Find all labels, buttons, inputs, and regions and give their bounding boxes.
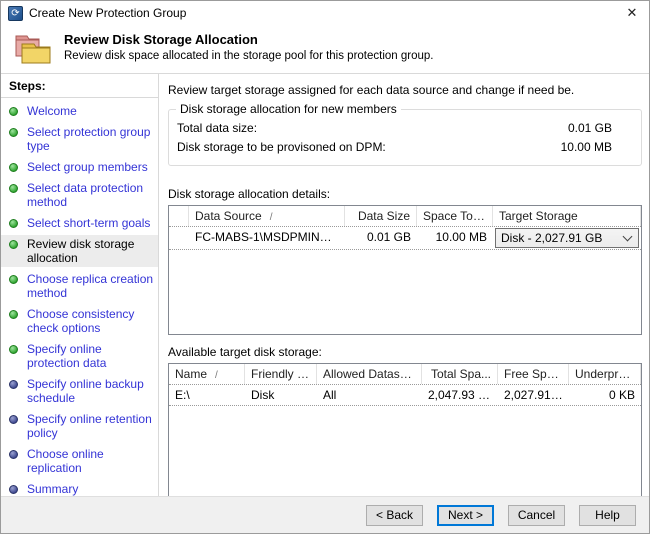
step-pending-bullet-icon <box>9 380 18 389</box>
main-content: Review target storage assigned for each … <box>159 74 649 496</box>
step-done-bullet-icon <box>9 310 18 319</box>
chevron-down-icon <box>623 232 633 242</box>
step-pending-bullet-icon <box>9 485 18 494</box>
step-select-protection-group-type[interactable]: Select protection group type <box>1 123 158 155</box>
step-select-group-members[interactable]: Select group members <box>1 158 158 176</box>
step-done-bullet-icon <box>9 345 18 354</box>
step-done-bullet-icon <box>9 275 18 284</box>
step-select-data-protection-method[interactable]: Select data protection method <box>1 179 158 211</box>
details-indent-column <box>169 206 189 226</box>
disk-storage-provisioned-row: Disk storage to be provisoned on DPM: 10… <box>177 139 633 158</box>
page-subtitle: Review disk space allocated in the stora… <box>64 50 434 62</box>
space-to-cell: 10.00 MB <box>417 227 493 249</box>
available-col-free-space[interactable]: Free Space <box>498 364 569 384</box>
page-title: Review Disk Storage Allocation <box>64 32 434 47</box>
steps-sidebar: Steps: Welcome Select protection group t… <box>1 74 159 496</box>
step-done-bullet-icon <box>9 163 18 172</box>
step-done-bullet-icon <box>9 128 18 137</box>
back-button[interactable]: < Back <box>366 505 423 526</box>
header-text: Review Disk Storage Allocation Review di… <box>64 31 434 62</box>
available-col-friendly-name[interactable]: Friendly N... <box>245 364 317 384</box>
intro-text: Review target storage assigned for each … <box>168 83 642 97</box>
help-button[interactable]: Help <box>579 505 636 526</box>
cancel-button[interactable]: Cancel <box>508 505 565 526</box>
folders-icon <box>14 33 52 70</box>
steps-heading: Steps: <box>1 74 158 98</box>
step-select-short-term-goals[interactable]: Select short-term goals <box>1 214 158 232</box>
underprovisioned-cell: 0 KB <box>569 385 641 405</box>
details-col-target-storage[interactable]: Target Storage <box>493 206 641 226</box>
total-data-size-value: 0.01 GB <box>568 121 633 135</box>
available-col-name[interactable]: Name/ <box>169 364 245 384</box>
disk-allocation-groupbox: Disk storage allocation for new members … <box>168 109 642 166</box>
steps-list: Welcome Select protection group type Sel… <box>1 98 158 522</box>
details-header-row: Data Source/ Data Size Space To ... Targ… <box>169 206 641 227</box>
step-review-disk-storage-allocation[interactable]: Review disk storage allocation <box>1 235 158 267</box>
step-pending-bullet-icon <box>9 450 18 459</box>
available-col-underprovisioned[interactable]: Underpro... <box>569 364 641 384</box>
step-choose-online-replication[interactable]: Choose online replication <box>1 445 158 477</box>
step-done-bullet-icon <box>9 184 18 193</box>
available-target-disk-storage-table: Name/ Friendly N... Allowed Dataso... To… <box>168 363 642 507</box>
available-table-row[interactable]: E:\ Disk All 2,047.93 GB 2,027.91 GB 0 K… <box>169 385 641 406</box>
available-col-total-space[interactable]: Total Spa... <box>422 364 498 384</box>
step-specify-online-retention-policy[interactable]: Specify online retention policy <box>1 410 158 442</box>
free-space-cell: 2,027.91 GB <box>498 385 569 405</box>
target-storage-dropdown[interactable]: Disk - 2,027.91 GB <box>495 228 639 248</box>
title-bar: ⟳ Create New Protection Group ✕ <box>1 1 649 25</box>
details-table-label: Disk storage allocation details: <box>168 187 642 201</box>
details-col-data-source[interactable]: Data Source/ <box>189 206 345 226</box>
disk-allocation-details-table: Data Source/ Data Size Space To ... Targ… <box>168 205 642 335</box>
total-data-size-row: Total data size: 0.01 GB <box>177 120 633 139</box>
step-pending-bullet-icon <box>9 415 18 424</box>
step-welcome[interactable]: Welcome <box>1 102 158 120</box>
step-choose-consistency-check-options[interactable]: Choose consistency check options <box>1 305 158 337</box>
allowed-datasource-cell: All <box>317 385 422 405</box>
friendly-name-cell: Disk <box>245 385 317 405</box>
total-data-size-label: Total data size: <box>177 121 257 135</box>
step-done-bullet-icon <box>9 240 18 249</box>
wizard-footer: < Back Next > Cancel Help <box>1 496 649 533</box>
close-icon[interactable]: ✕ <box>615 1 649 25</box>
disk-storage-provisioned-label: Disk storage to be provisoned on DPM: <box>177 140 386 154</box>
next-button[interactable]: Next > <box>437 505 494 526</box>
step-choose-replica-creation-method[interactable]: Choose replica creation method <box>1 270 158 302</box>
available-table-label: Available target disk storage: <box>168 345 642 359</box>
details-col-space-to[interactable]: Space To ... <box>417 206 493 226</box>
groupbox-title: Disk storage allocation for new members <box>176 102 401 116</box>
data-source-cell: FC-MABS-1\MSDPMINSTANCE\master on... <box>189 227 345 249</box>
data-size-cell: 0.01 GB <box>345 227 417 249</box>
create-new-protection-group-dialog: ⟳ Create New Protection Group ✕ Review D… <box>0 0 650 534</box>
details-col-data-size[interactable]: Data Size <box>345 206 417 226</box>
window-title: Create New Protection Group <box>29 6 186 20</box>
step-specify-online-backup-schedule[interactable]: Specify online backup schedule <box>1 375 158 407</box>
sort-asc-icon: / <box>270 212 273 223</box>
disk-storage-provisioned-value: 10.00 MB <box>561 140 633 154</box>
step-specify-online-protection-data[interactable]: Specify online protection data <box>1 340 158 372</box>
volume-name-cell: E:\ <box>169 385 245 405</box>
dpm-app-icon: ⟳ <box>8 6 23 21</box>
total-space-cell: 2,047.93 GB <box>422 385 498 405</box>
wizard-header: Review Disk Storage Allocation Review di… <box>1 25 649 73</box>
details-table-row[interactable]: FC-MABS-1\MSDPMINSTANCE\master on... 0.0… <box>169 227 641 250</box>
step-done-bullet-icon <box>9 219 18 228</box>
available-header-row: Name/ Friendly N... Allowed Dataso... To… <box>169 364 641 385</box>
step-done-bullet-icon <box>9 107 18 116</box>
available-col-allowed-datasource[interactable]: Allowed Dataso... <box>317 364 422 384</box>
sort-asc-icon: / <box>215 370 218 381</box>
